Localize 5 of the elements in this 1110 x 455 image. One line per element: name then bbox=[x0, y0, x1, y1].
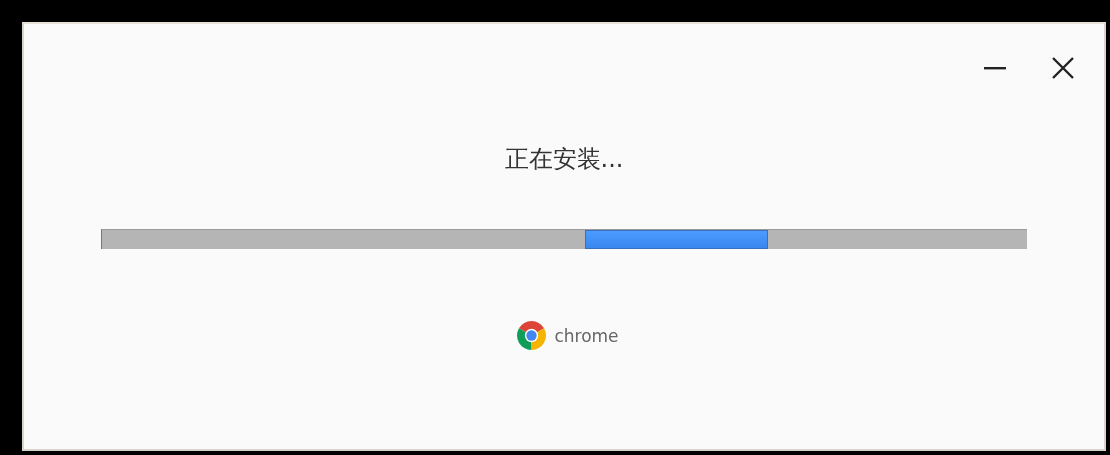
chrome-logo-icon bbox=[517, 321, 547, 350]
brand-name: chrome bbox=[554, 325, 619, 346]
status-text: 正在安装... bbox=[504, 144, 624, 175]
close-icon bbox=[1052, 57, 1074, 79]
minimize-icon bbox=[984, 66, 1006, 70]
